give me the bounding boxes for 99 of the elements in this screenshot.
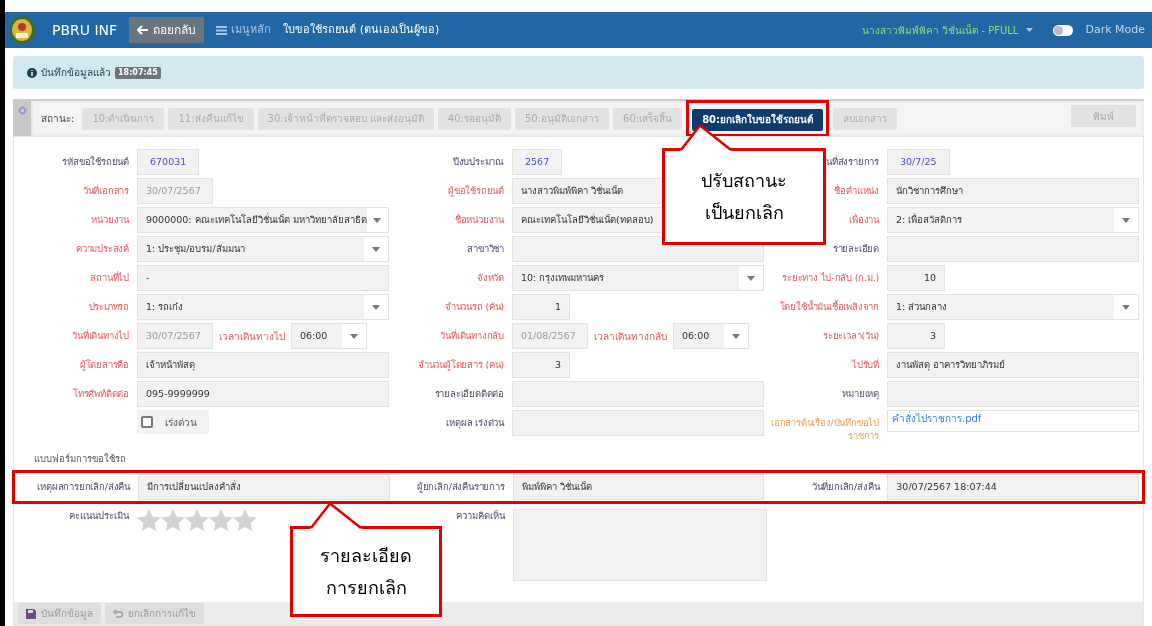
field-label: โดยใช้น้ำมันเชื้อเพลิงจาก <box>779 300 879 313</box>
field-label: ระยะเวลา(วัน) <box>823 329 879 342</box>
star-icon[interactable] <box>233 509 257 533</box>
field-label: จำนวนผู้โดยสาร (คน) <box>417 358 504 371</box>
field-label: ผู้ขอใช้รถยนต์ <box>448 184 504 197</box>
input-field[interactable]: เจ้าหน้าพัสดุ <box>137 352 389 378</box>
star-icon[interactable] <box>161 509 185 533</box>
field-label: ระยะทาง ไป-กลับ (ก.ม.) <box>782 271 879 284</box>
field-label: วันที่เดินทางไป <box>72 329 129 342</box>
input-field[interactable] <box>887 381 1139 407</box>
star-rating[interactable] <box>137 509 257 533</box>
field-label: เอกสารต้นเรื่อง/บันทึกขอไปราชการ <box>770 416 879 442</box>
field-label: เพื่องาน <box>849 213 879 226</box>
select-field[interactable]: 2: เพื่อสวัสดิการ <box>887 207 1139 233</box>
field-label: วันที่เดินทางกลับ <box>440 329 504 342</box>
field-label: ผู้ยกเลิก/ส่งคืนรายการ <box>416 480 505 495</box>
field-label: สาขาวิชา <box>467 242 504 255</box>
field-label: นที่ส่งรายการ <box>826 155 879 168</box>
input-field[interactable]: มีการเปลี่ยนแปลงคำสั่ง <box>138 474 390 501</box>
field-label: เวลาเดินทางไป <box>219 329 285 344</box>
input-field[interactable]: 095-9999999 <box>137 381 389 407</box>
select-field[interactable]: 1: ประชุม/อบรม/สัมมนา <box>137 236 389 262</box>
field-label: โทรศัพท์ติดต่อ <box>73 387 129 400</box>
input-field[interactable]: นักวิชาการศึกษา <box>887 178 1139 204</box>
input-field[interactable]: 30/07/2567 18:07:44 <box>887 474 1139 501</box>
field-label: ชื่อตำแหน่ง <box>834 184 879 197</box>
caret-icon <box>373 217 382 223</box>
caret-icon <box>732 333 740 339</box>
back-button[interactable]: ถอยกลับ <box>129 17 205 43</box>
alert-message: บันทึกข้อมูลแล้ว <box>41 66 111 80</box>
input-field[interactable]: - <box>137 265 389 291</box>
input-field[interactable] <box>512 381 764 407</box>
input-field[interactable]: 30/7/25 <box>887 149 950 175</box>
toggle-switch[interactable] <box>1053 24 1074 36</box>
field-label: ความคิดเห็น <box>456 509 506 524</box>
caret-icon <box>372 246 380 252</box>
field-label: จังหวัด <box>477 271 504 284</box>
status-tab[interactable]: 80:ยกเลิกใบขอใช้รถยนต์ <box>692 108 824 131</box>
input-field[interactable]: 3 <box>887 323 945 349</box>
field-label: รายละเอียด <box>832 242 879 255</box>
select-field[interactable]: 10: กรุงเทพมหานคร <box>512 265 764 291</box>
info-icon <box>27 67 37 78</box>
file-link[interactable]: คำสั่งไปราชการ.pdf <box>887 410 1139 432</box>
input-field[interactable]: 670031 <box>137 149 200 175</box>
star-icon[interactable] <box>137 509 161 533</box>
field-label: หน่วยงาน <box>91 213 129 226</box>
toggle-label: Dark Mode <box>1085 21 1145 38</box>
caret-icon <box>1122 304 1130 310</box>
input-field[interactable]: 3 <box>512 352 570 378</box>
field-label: ผู้โดยสารคือ <box>79 358 129 371</box>
select-field[interactable]: 9000000: คณะเทคโนโลยีวิชั่นเน็ต มหาวิทยาลัยสาธิต <box>137 207 389 233</box>
field-label: เหตุผล เร่งด่วน <box>446 416 504 429</box>
callout-text: การยกเลิก <box>325 575 407 600</box>
field-label: ประเภทรถ <box>88 300 129 313</box>
app-name: PBRU INF <box>52 20 118 40</box>
page-title: ใบขอใช้รถยนต์ (ตนเองเป็นผู้ขอ) <box>283 21 440 38</box>
input-field[interactable] <box>887 236 1139 262</box>
field-label: เวลาเดินทางกลับ <box>594 329 667 344</box>
logo-icon <box>8 15 36 45</box>
field-label: วันที่ยกเลิก/ส่งคืน <box>811 480 880 495</box>
input-field[interactable]: 2567 <box>512 149 563 175</box>
field-label: ความประสงค์ <box>76 242 129 255</box>
gear-icon <box>17 106 27 115</box>
field-label: ปีงบประมาณ <box>452 155 504 168</box>
input-field[interactable]: 10 <box>887 265 945 291</box>
list-icon <box>216 25 228 35</box>
time-badge: 18:07:45 <box>115 66 161 79</box>
input-field[interactable]: พิมพ์พิคา วิชั่นเน็ต <box>512 474 765 501</box>
comment-textarea[interactable] <box>513 509 767 582</box>
undo-icon <box>113 608 123 619</box>
field-label: รายละเอียดติดต่อ <box>434 387 504 400</box>
callout-text: รายละเอียด <box>320 543 412 568</box>
field-label: วันที่เอกสาร <box>82 184 129 197</box>
field-label: ชื่อหน่วยงาน <box>454 213 504 226</box>
select-field[interactable]: 1: รถเก๋ง <box>137 294 389 320</box>
checkbox[interactable] <box>141 416 153 428</box>
status-label: สถานะ: <box>40 112 76 126</box>
field-label: เหตุผลการยกเลิก/ส่งคืน <box>37 480 130 495</box>
field-label: สถานที่ไป <box>90 271 129 284</box>
caret-icon <box>1122 217 1130 223</box>
star-icon[interactable] <box>209 509 233 533</box>
field-label: ไปรับที่ <box>852 358 879 371</box>
input-field[interactable]: 1 <box>512 294 570 320</box>
input-field[interactable]: งานพัสดุ อาคารวิทยาภิรมย์ <box>887 352 1139 378</box>
input-field[interactable] <box>512 410 764 436</box>
field-label: หมายเหตุ <box>842 387 879 400</box>
select-field[interactable]: 1: ส่วนกลาง <box>887 294 1139 320</box>
caret-icon <box>350 333 358 339</box>
arrow-left-icon <box>137 25 150 35</box>
caret-icon <box>1026 28 1034 32</box>
field-label: จำนวนรถ (คัน) <box>444 300 504 313</box>
star-icon[interactable] <box>185 509 209 533</box>
user-menu[interactable]: นางสาวพิมพ์พิคา วิชั่นเน็ต - PFULL <box>862 22 1034 38</box>
checkbox-control[interactable]: เร่งด่วน <box>137 410 209 434</box>
section-title: แบบฟอร์มการขอใช้รถ <box>34 452 127 466</box>
field-label: คะแนนประเมิน <box>69 509 129 524</box>
field-label: รหัสขอใช้รถยนต์ <box>62 155 129 168</box>
caret-icon <box>747 275 755 281</box>
caret-icon <box>372 304 380 310</box>
